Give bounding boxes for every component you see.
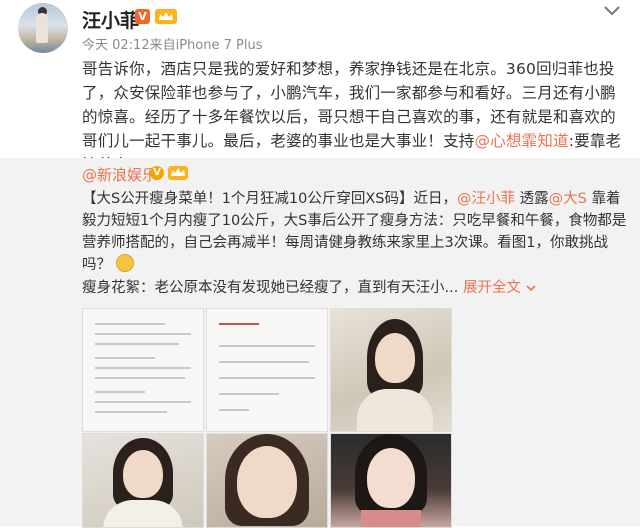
- excerpt-text: 瘦身花絮：老公原本没有发现她已经瘦了，直到有天汪小...: [82, 280, 459, 296]
- repost-text: 【大S公开瘦身菜单！1个月狂减10公斤穿回XS码】近日，@汪小菲 透露@大S 靠…: [82, 188, 630, 276]
- post-header: 汪小菲 V 今天 02:12来自iPhone 7 Plus: [0, 0, 640, 56]
- photo-1-document[interactable]: [82, 308, 204, 432]
- chevron-down-icon: [525, 285, 536, 292]
- vip-crown-icon: [155, 9, 177, 24]
- smile-emoji-icon: [115, 254, 134, 272]
- chevron-down-icon[interactable]: [604, 6, 620, 16]
- photo-5-selfie[interactable]: [206, 433, 328, 528]
- username[interactable]: 汪小菲: [82, 6, 139, 33]
- expand-label: 展开全文: [462, 280, 521, 296]
- photo-3-portrait[interactable]: [330, 308, 452, 432]
- expand-full-text-link[interactable]: 展开全文: [463, 280, 536, 296]
- repost-block: @新浪娱乐 V 【大S公开瘦身菜单！1个月狂减10公斤穿回XS码】近日，@汪小菲…: [0, 158, 640, 528]
- post-time: 今天 02:12: [82, 38, 150, 53]
- vip-crown-icon: [168, 166, 188, 180]
- repost-mention-1[interactable]: @汪小菲: [457, 191, 515, 207]
- verified-icon: V: [150, 166, 164, 180]
- verified-badge-icon: V: [135, 9, 150, 24]
- photo-6-portrait[interactable]: [330, 433, 452, 528]
- repost-text-b: 透露: [515, 191, 549, 207]
- post-mention[interactable]: @心想霏知道: [475, 132, 569, 150]
- post-meta: 今天 02:12来自iPhone 7 Plus: [82, 34, 263, 53]
- post-source[interactable]: 来自iPhone 7 Plus: [150, 38, 263, 53]
- photo-4-portrait[interactable]: [82, 433, 204, 528]
- repost-excerpt: 瘦身花絮：老公原本没有发现她已经瘦了，直到有天汪小... 展开全文: [82, 276, 536, 297]
- repost-text-a: 【大S公开瘦身菜单！1个月狂减10公斤穿回XS码】近日，: [82, 191, 458, 207]
- avatar[interactable]: [18, 3, 68, 53]
- photo-2-handwritten-note[interactable]: [206, 308, 328, 432]
- repost-mention-2[interactable]: @大S: [549, 191, 587, 207]
- repost-author[interactable]: @新浪娱乐: [82, 164, 157, 185]
